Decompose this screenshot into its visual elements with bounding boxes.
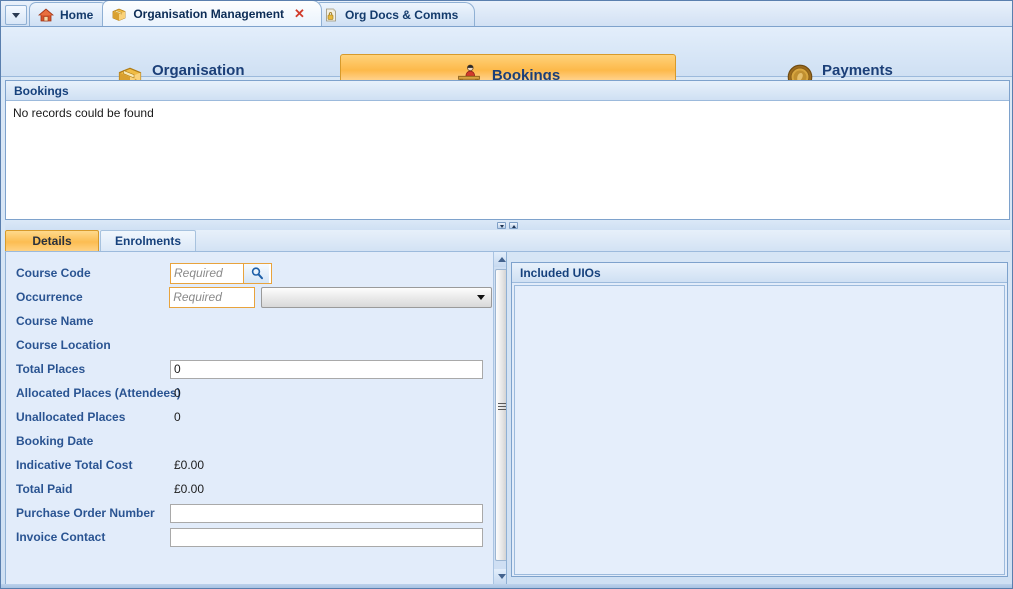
unallocated-places-label: Unallocated Places [6, 410, 170, 424]
occurrence-input[interactable] [169, 287, 255, 308]
chevron-down-icon [477, 295, 485, 300]
section-organisation-title: Organisation [152, 62, 245, 79]
invoice-contact-input[interactable] [170, 528, 483, 547]
bookings-panel-caption: Bookings [6, 81, 1009, 101]
tab-details[interactable]: Details [5, 230, 99, 251]
scrollbar-thumb[interactable] [495, 269, 507, 561]
tab-home-label: Home [60, 8, 93, 22]
form-row-total-places: Total Places [6, 357, 492, 381]
tab-home[interactable]: Home [29, 2, 110, 26]
bookings-empty-message: No records could be found [13, 106, 154, 120]
status-strip [1, 584, 1013, 588]
booking-date-label: Booking Date [6, 434, 170, 448]
allocated-places-value: 0 [170, 386, 181, 400]
total-places-label: Total Places [6, 362, 170, 376]
tab-enrolments[interactable]: Enrolments [100, 230, 196, 251]
form-row-invoice-contact: Invoice Contact [6, 525, 492, 549]
allocated-places-label: Allocated Places (Attendees) [6, 386, 170, 400]
form-row-course-name: Course Name [6, 309, 492, 333]
magnifier-icon[interactable] [243, 264, 269, 283]
included-uios-list[interactable] [514, 285, 1005, 575]
section-bar: Organisation Beauty Therapy Bookings [1, 27, 1013, 77]
form-row-indicative-total-cost: Indicative Total Cost £0.00 [6, 453, 492, 477]
tab-organisation-management-label: Organisation Management [133, 7, 284, 21]
details-form-panel: Course Code Occurrence Course Name [5, 252, 507, 586]
total-places-input[interactable] [170, 360, 483, 379]
form-row-course-location: Course Location [6, 333, 492, 357]
collapse-up-handle-icon[interactable] [509, 222, 518, 229]
course-code-label: Course Code [6, 266, 170, 280]
package-box-icon [111, 6, 127, 22]
collapse-down-handle-icon[interactable] [497, 222, 506, 229]
invoice-contact-label: Invoice Contact [6, 530, 170, 544]
application-window: Home Organisation Management ✕ [0, 0, 1013, 589]
tab-strip: Home Organisation Management ✕ [1, 1, 1013, 27]
tab-details-label: Details [32, 234, 71, 248]
bookings-grid-panel: Bookings No records could be found [5, 80, 1010, 220]
tab-organisation-management[interactable]: Organisation Management ✕ [102, 0, 322, 26]
included-uios-caption: Included UIOs [512, 263, 1007, 283]
horizontal-splitter[interactable] [5, 220, 1010, 230]
form-row-booking-date: Booking Date [6, 429, 492, 453]
scroll-down-arrow-icon[interactable] [494, 569, 507, 584]
purchase-order-number-label: Purchase Order Number [6, 506, 170, 520]
tab-org-docs-comms-label: Org Docs & Comms [345, 8, 458, 22]
tab-list-menu-button[interactable] [5, 5, 27, 25]
course-code-input[interactable] [171, 264, 243, 283]
bookings-grid-body[interactable]: No records could be found [6, 101, 1009, 219]
scrollbar-grip-icon [498, 403, 506, 410]
indicative-total-cost-label: Indicative Total Cost [6, 458, 170, 472]
tab-enrolments-label: Enrolments [115, 234, 181, 248]
form-row-occurrence: Occurrence [6, 285, 492, 309]
unallocated-places-value: 0 [170, 410, 181, 424]
form-row-purchase-order-number: Purchase Order Number [6, 501, 492, 525]
total-paid-label: Total Paid [6, 482, 170, 496]
scroll-up-arrow-icon[interactable] [494, 252, 507, 267]
course-location-label: Course Location [6, 338, 170, 352]
form-row-total-paid: Total Paid £0.00 [6, 477, 492, 501]
form-row-allocated-places: Allocated Places (Attendees) 0 [6, 381, 492, 405]
occurrence-dropdown[interactable] [261, 287, 492, 308]
form-vertical-scrollbar[interactable] [493, 252, 507, 584]
form-row-unallocated-places: Unallocated Places 0 [6, 405, 492, 429]
course-code-lookup [170, 263, 272, 284]
course-name-label: Course Name [6, 314, 170, 328]
form-row-course-code: Course Code [6, 261, 492, 285]
included-uios-panel: Included UIOs [511, 262, 1008, 577]
document-lock-icon [323, 7, 339, 23]
occurrence-label: Occurrence [6, 290, 169, 304]
chevron-down-icon [12, 13, 20, 18]
total-paid-value: £0.00 [170, 482, 204, 496]
house-icon [38, 7, 54, 23]
close-icon[interactable]: ✕ [294, 7, 305, 20]
indicative-total-cost-value: £0.00 [170, 458, 204, 472]
section-payments-title: Payments [822, 62, 909, 79]
details-tab-bar: Details Enrolments [5, 230, 1010, 252]
tab-org-docs-comms[interactable]: Org Docs & Comms [314, 2, 475, 26]
purchase-order-number-input[interactable] [170, 504, 483, 523]
